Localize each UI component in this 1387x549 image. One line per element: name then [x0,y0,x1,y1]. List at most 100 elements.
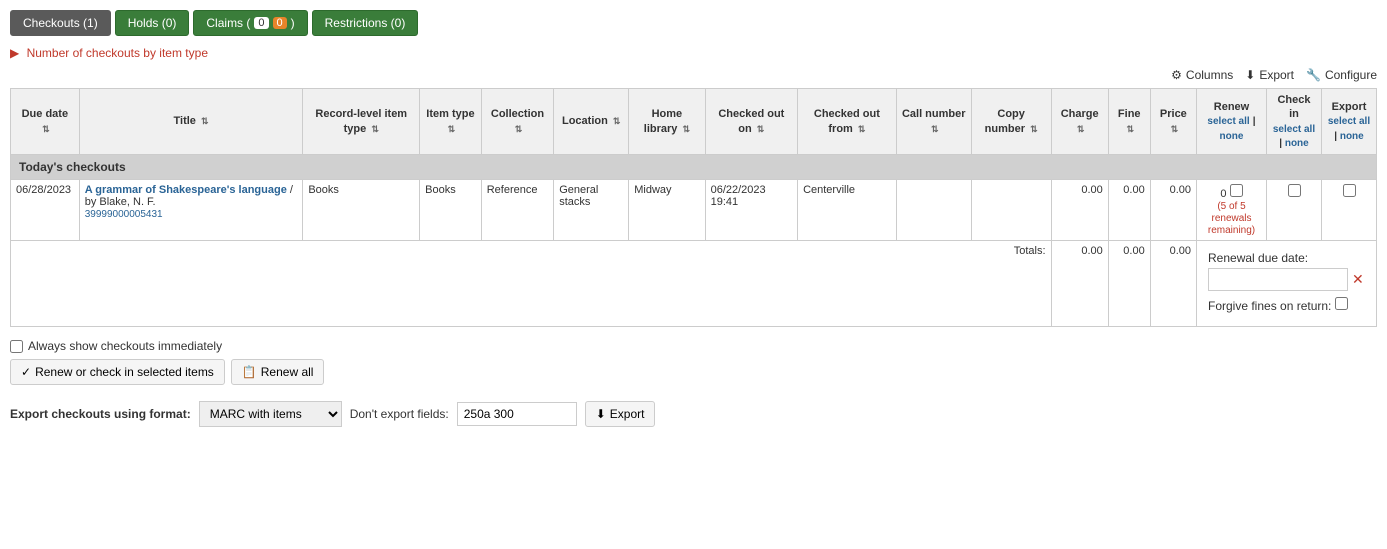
checked-out-on-cell: 06/22/2023 19:41 [705,180,797,241]
tab-claims[interactable]: Claims ( 0 0 ) [193,10,307,36]
charge-cell: 0.00 [1051,180,1108,241]
toolbar: ⚙ Columns ⬇ Export 🔧 Configure [10,68,1377,82]
dont-export-fields-input[interactable] [457,402,577,426]
clear-renewal-date-button[interactable]: ✕ [1352,271,1364,288]
columns-button[interactable]: ⚙ Columns [1171,68,1233,82]
export-format-section: Export checkouts using format: MARC with… [10,401,1377,427]
col-call-number[interactable]: Call number ⇅ [896,89,971,155]
tabs-bar: Checkouts (1) Holds (0) Claims ( 0 0 ) R… [10,10,1377,36]
col-due-date[interactable]: Due date ⇅ [11,89,80,155]
footer-actions: Always show checkouts immediately ✓ Rene… [10,339,1377,385]
title-cell: A grammar of Shakespeare's language / by… [79,180,303,241]
renew-selected-button[interactable]: ✓ Renew or check in selected items [10,359,225,385]
export-button[interactable]: ⬇ Export [1245,68,1294,82]
col-renew: Renew select all | none [1197,89,1267,155]
sort-due-date-icon: ⇅ [42,124,50,136]
export-format-select[interactable]: MARC with items MARC without items CSV [199,401,342,427]
totals-row: Totals: 0.00 0.00 0.00 Renewal due date:… [11,241,1377,327]
export-format-label: Export checkouts using format: [10,407,191,421]
forgive-fines: Forgive fines on return: [1208,297,1365,313]
forgive-fines-checkbox[interactable] [1335,297,1348,310]
table-row: 06/28/2023 A grammar of Shakespeare's la… [11,180,1377,241]
download-icon: ⬇ [1245,68,1255,82]
export-checkbox[interactable] [1343,184,1356,197]
col-checked-out-on[interactable]: Checked out on ⇅ [705,89,797,155]
checkin-select-all[interactable]: select all [1273,124,1315,135]
renew-checkbox[interactable] [1230,184,1243,197]
col-title[interactable]: Title ⇅ [79,89,303,155]
sort-home-library-icon: ⇅ [682,124,690,136]
gear-icon: ⚙ [1171,68,1182,82]
renewal-section-cell: Renewal due date: ✕ Forgive fines on ret… [1197,241,1377,327]
col-charge[interactable]: Charge ⇅ [1051,89,1108,155]
sort-copy-number-icon: ⇅ [1030,124,1038,136]
col-location[interactable]: Location ⇅ [554,89,629,155]
sort-record-level-icon: ⇅ [371,124,379,136]
renew-cell: 0 (5 of 5 renewals remaining) [1197,180,1267,241]
col-home-library[interactable]: Home library ⇅ [629,89,705,155]
tab-holds[interactable]: Holds (0) [115,10,190,36]
tab-restrictions[interactable]: Restrictions (0) [312,10,419,36]
expand-icon[interactable]: ▶ [10,46,19,60]
export-none[interactable]: none [1340,131,1364,142]
renew-all-icon: 📋 [242,365,257,379]
summary-text[interactable]: Number of checkouts by item type [27,46,208,60]
copy-number-cell [971,180,1051,241]
sort-item-type-icon: ⇅ [448,124,456,136]
collection-cell: Reference [481,180,553,241]
action-buttons: ✓ Renew or check in selected items 📋 Ren… [10,359,1377,385]
col-collection[interactable]: Collection ⇅ [481,89,553,155]
sort-checked-out-from-icon: ⇅ [858,124,866,136]
col-checkin: Check in select all | none [1267,89,1322,155]
wrench-icon: 🔧 [1306,68,1321,82]
always-show-checkbox[interactable] [10,340,23,353]
sort-price-icon: ⇅ [1171,124,1179,136]
section-header: Today's checkouts [11,155,1377,180]
sort-fine-icon: ⇅ [1126,124,1134,136]
totals-price: 0.00 [1150,241,1196,327]
renewal-due-date-label: Renewal due date: [1208,251,1365,265]
barcode: 39999000005431 [85,209,163,220]
always-show-section: Always show checkouts immediately [10,339,1377,353]
renewal-date-input[interactable] [1208,268,1348,291]
checkin-none[interactable]: none [1285,138,1309,149]
sort-location-icon: ⇅ [613,116,621,128]
check-icon: ✓ [21,365,31,379]
col-record-level[interactable]: Record-level item type ⇅ [303,89,420,155]
totals-label: Totals: [11,241,1052,327]
checkin-cell [1267,180,1322,241]
sort-charge-icon: ⇅ [1077,124,1085,136]
sort-checked-out-on-icon: ⇅ [757,124,765,136]
call-number-cell [896,180,971,241]
configure-button[interactable]: 🔧 Configure [1306,68,1377,82]
checkouts-summary: ▶ Number of checkouts by item type [10,46,1377,60]
sort-title-icon: ⇅ [201,116,209,128]
col-price[interactable]: Price ⇅ [1150,89,1196,155]
claims-badge-2: 0 [273,17,287,29]
checkin-checkbox[interactable] [1288,184,1301,197]
export-select-all[interactable]: select all [1328,116,1370,127]
col-item-type[interactable]: Item type ⇅ [420,89,482,155]
col-fine[interactable]: Fine ⇅ [1108,89,1150,155]
tab-checkouts[interactable]: Checkouts (1) [10,10,111,36]
sort-collection-icon: ⇅ [515,124,523,136]
dont-export-label: Don't export fields: [350,407,449,421]
renew-none[interactable]: none [1220,131,1244,142]
col-checked-out-from[interactable]: Checked out from ⇅ [798,89,897,155]
renewal-section: Renewal due date: ✕ Forgive fines on ret… [1202,245,1371,322]
renew-select-all[interactable]: select all [1207,116,1249,127]
renew-all-button[interactable]: 📋 Renew all [231,359,325,385]
title-link[interactable]: A grammar of Shakespeare's language [85,184,287,196]
price-cell: 0.00 [1150,180,1196,241]
export-icon: ⬇ [596,407,606,421]
export-format-button[interactable]: ⬇ Export [585,401,656,427]
main-container: Checkouts (1) Holds (0) Claims ( 0 0 ) R… [0,0,1387,549]
col-copy-number[interactable]: Copy number ⇅ [971,89,1051,155]
col-export: Export select all | none [1322,89,1377,155]
renewals-remaining: (5 of 5 renewals remaining) [1208,201,1255,236]
location-cell: General stacks [554,180,629,241]
checkouts-table: Due date ⇅ Title ⇅ Record-level item typ… [10,88,1377,327]
item-type-cell: Books [420,180,482,241]
renew-count: 0 [1220,188,1226,200]
claims-badge-1: 0 [254,17,268,29]
